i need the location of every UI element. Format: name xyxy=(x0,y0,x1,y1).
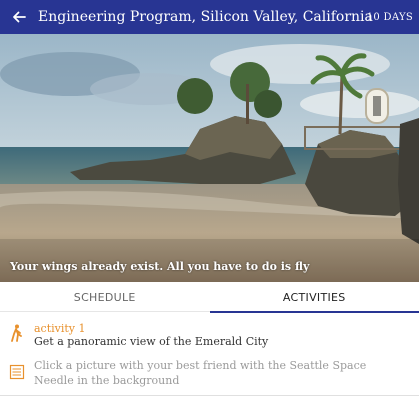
tab-activities[interactable]: ACTIVITIES xyxy=(209,282,419,313)
hero-caption: Your wings already exist. All you have t… xyxy=(10,260,310,273)
tab-bar: SCHEDULE ACTIVITIES xyxy=(0,282,419,313)
activities-list: activity 1 Get a panoramic view of the E… xyxy=(0,312,419,400)
activity-description: Click a picture with your best friend wi… xyxy=(34,359,367,387)
duration-badge: 10 DAYS xyxy=(366,11,413,23)
hero-image: Your wings already exist. All you have t… xyxy=(0,34,419,282)
activity-label: activity 1 xyxy=(34,322,86,335)
list-item[interactable]: activity 1 Get a panoramic view of the E… xyxy=(0,312,419,352)
beach-rock-photo xyxy=(0,34,419,282)
activity-description: Get a panoramic view of the Emerald City xyxy=(34,335,269,348)
page-title: Engineering Program, Silicon Valley, Cal… xyxy=(38,9,373,25)
hiking-person-icon xyxy=(0,312,34,352)
arrow-left-icon xyxy=(13,11,26,23)
notes-list-icon xyxy=(0,352,34,400)
app-bar: Engineering Program, Silicon Valley, Cal… xyxy=(0,0,419,34)
tab-schedule[interactable]: SCHEDULE xyxy=(0,282,210,312)
list-item[interactable]: Click a picture with your best friend wi… xyxy=(0,352,419,400)
list-divider xyxy=(0,395,419,396)
back-button[interactable] xyxy=(0,0,38,34)
